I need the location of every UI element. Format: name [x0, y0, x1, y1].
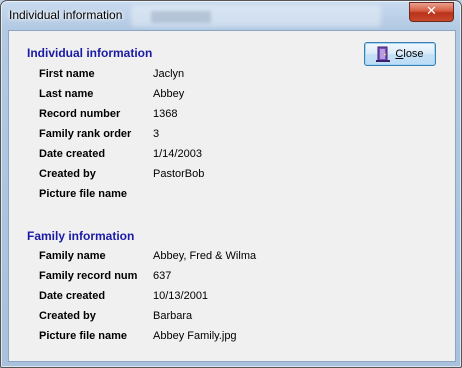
field-label: First name	[39, 68, 95, 80]
field-value: 1368	[153, 108, 178, 120]
field-value: 637	[153, 270, 172, 282]
window-title: Individual information	[9, 8, 123, 22]
field-label: Created by	[39, 168, 96, 180]
field-value: Abbey	[153, 88, 185, 100]
field-value: 3	[153, 128, 160, 140]
field-label: Picture file name	[39, 188, 128, 200]
field-value: Abbey Family.jpg	[153, 330, 237, 342]
field-value: PastorBob	[153, 168, 205, 180]
dialog-client-area: Individual information First name Jaclyn…	[8, 30, 456, 362]
field-value: Barbara	[153, 310, 193, 322]
close-button-label: Close	[395, 48, 424, 60]
field-label: Created by	[39, 310, 96, 322]
field-label: Date created	[39, 148, 106, 160]
field-label: Family name	[39, 250, 106, 262]
field-value: Jaclyn	[153, 68, 185, 80]
window-close-button[interactable]: ✕	[409, 2, 454, 22]
field-value: 10/13/2001	[153, 290, 209, 302]
field-label: Record number	[39, 108, 121, 120]
field-value: 1/14/2003	[153, 148, 202, 160]
field-value: Abbey, Fred & Wilma	[153, 250, 257, 262]
door-exit-icon	[376, 46, 391, 62]
individual-section-heading: Individual information	[27, 46, 153, 60]
close-button[interactable]: Close	[364, 42, 436, 66]
field-label: Family rank order	[39, 128, 132, 140]
field-label: Family record num	[39, 270, 138, 282]
field-label: Last name	[39, 88, 94, 100]
family-section-heading: Family information	[27, 229, 135, 243]
field-label: Date created	[39, 290, 106, 302]
background-glass-text	[151, 11, 211, 23]
dialog-window: Individual information ✕ Individual info…	[0, 0, 462, 368]
field-label: Picture file name	[39, 330, 128, 342]
